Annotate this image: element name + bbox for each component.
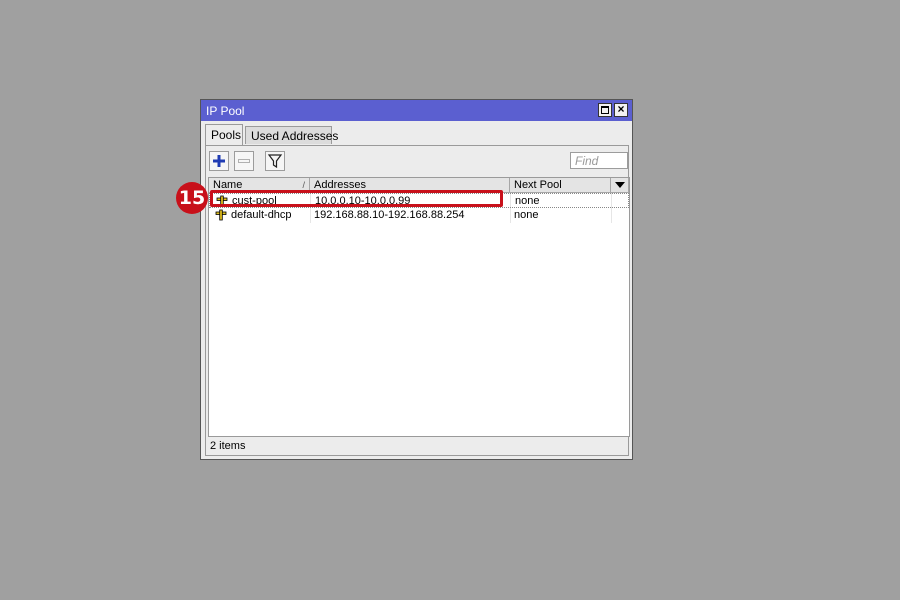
minus-icon xyxy=(238,159,250,163)
cell-next-pool: none xyxy=(515,195,540,207)
status-bar: 2 items xyxy=(210,440,246,452)
close-icon[interactable]: × xyxy=(614,103,628,117)
pools-table: Name / Addresses Next Pool cust-pool 10.… xyxy=(208,177,630,437)
add-button[interactable] xyxy=(209,151,229,171)
ip-pool-window: IP Pool × Pools Used Addresses Find Name… xyxy=(200,99,633,460)
plus-icon xyxy=(213,155,225,167)
title-bar[interactable]: IP Pool × xyxy=(201,100,632,121)
window-title: IP Pool xyxy=(206,104,245,118)
highlight-callout xyxy=(210,190,503,207)
tab-used-addresses[interactable]: Used Addresses xyxy=(245,126,338,144)
filter-icon xyxy=(267,154,283,169)
column-header-next-pool[interactable]: Next Pool xyxy=(510,178,611,193)
pool-icon xyxy=(215,209,227,221)
tab-pools[interactable]: Pools xyxy=(205,124,243,146)
sort-icon: / xyxy=(302,180,305,190)
table-row[interactable]: default-dhcp 192.168.88.10-192.168.88.25… xyxy=(209,208,629,223)
filter-button[interactable] xyxy=(265,151,285,171)
column-menu-icon[interactable] xyxy=(611,178,629,193)
remove-button[interactable] xyxy=(234,151,254,171)
step-badge: 15 xyxy=(176,182,208,214)
cell-next-pool: none xyxy=(514,209,539,221)
cell-addresses: 192.168.88.10-192.168.88.254 xyxy=(314,209,465,221)
find-input[interactable]: Find xyxy=(570,152,628,169)
cell-name: default-dhcp xyxy=(231,209,292,221)
maximize-icon[interactable] xyxy=(598,103,612,117)
